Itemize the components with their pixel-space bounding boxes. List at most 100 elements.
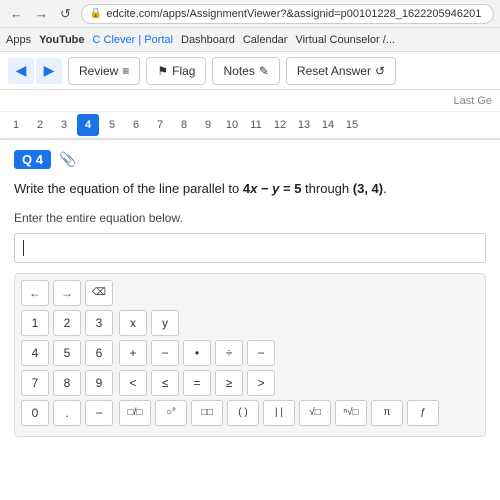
kb-eq[interactable]: =: [183, 370, 211, 396]
review-icon: ≡: [122, 64, 129, 78]
kb-parens[interactable]: ( ): [227, 400, 259, 426]
url-text: edcite.com/apps/AssignmentViewer?&assign…: [106, 8, 481, 20]
kb-2[interactable]: 2: [53, 310, 81, 336]
question-tab-2[interactable]: 2: [29, 114, 51, 136]
question-tab-15[interactable]: 15: [341, 114, 363, 136]
browser-reload-button[interactable]: ↺: [56, 4, 75, 24]
kb-var-row: x y: [119, 310, 439, 336]
last-ge-bar: Last Ge: [0, 90, 500, 112]
question-tab-4[interactable]: 4: [77, 114, 99, 136]
question-header: Q 4 📎: [14, 150, 486, 169]
question-tab-3[interactable]: 3: [53, 114, 75, 136]
notes-label: Notes: [223, 64, 254, 78]
kb-4[interactable]: 4: [21, 340, 49, 366]
calendar-link[interactable]: Calendar: [243, 34, 288, 46]
kb-num-row3: 7 8 9: [21, 370, 113, 396]
question-tab-14[interactable]: 14: [317, 114, 339, 136]
reset-answer-button[interactable]: Reset Answer ↺: [286, 57, 396, 85]
kb-numpad: 1 2 3 4 5 6 7 8 9 0 . −: [21, 310, 113, 430]
clever-link[interactable]: C Clever | Portal: [93, 34, 174, 46]
kb-delete-button[interactable]: ⌫: [85, 280, 113, 306]
kb-nav-row: ← → ⌫: [21, 280, 479, 306]
reset-icon: ↺: [375, 64, 385, 78]
review-label: Review: [79, 64, 118, 78]
flag-icon: ⚑: [157, 64, 168, 78]
kb-minus[interactable]: −: [151, 340, 179, 366]
youtube-link[interactable]: YouTube: [39, 34, 84, 46]
kb-3[interactable]: 3: [85, 310, 113, 336]
kb-y[interactable]: y: [151, 310, 179, 336]
kb-fraction[interactable]: □/□: [119, 400, 151, 426]
kb-ops-row: + − • ÷ −: [119, 340, 439, 366]
lock-icon: 🔒: [90, 8, 102, 19]
question-tab-12[interactable]: 12: [269, 114, 291, 136]
kb-6[interactable]: 6: [85, 340, 113, 366]
kb-0[interactable]: 0: [21, 400, 49, 426]
kb-superscript[interactable]: □□: [191, 400, 223, 426]
kb-le[interactable]: ≤: [151, 370, 179, 396]
kb-fn[interactable]: ƒ: [407, 400, 439, 426]
browser-back-button[interactable]: ←: [6, 4, 27, 24]
kb-9[interactable]: 9: [85, 370, 113, 396]
browser-bar: ← → ↺ 🔒 edcite.com/apps/AssignmentViewer…: [0, 0, 500, 28]
kb-dot[interactable]: .: [53, 400, 81, 426]
kb-special-row: □/□ ○° □□ ( ) | | √□ ⁿ√□ π ƒ: [119, 400, 439, 426]
question-text: Write the equation of the line parallel …: [14, 179, 486, 199]
reset-label: Reset Answer: [297, 64, 371, 78]
kb-pi[interactable]: π: [371, 400, 403, 426]
kb-rel-row: < ≤ = ≥ >: [119, 370, 439, 396]
review-button[interactable]: Review ≡: [68, 57, 140, 85]
kb-ge[interactable]: ≥: [215, 370, 243, 396]
last-ge-text: Last Ge: [453, 95, 492, 107]
question-tab-13[interactable]: 13: [293, 114, 315, 136]
kb-ops-section: x y + − • ÷ − < ≤ = ≥ > □/: [119, 310, 439, 430]
kb-neg[interactable]: −: [85, 400, 113, 426]
kb-main-section: 1 2 3 4 5 6 7 8 9 0 . −: [21, 310, 479, 430]
question-tabs: 123456789101112131415: [0, 112, 500, 140]
toolbar-forward-button[interactable]: ▶: [36, 58, 62, 84]
toolbar-nav: ◀ ▶: [8, 58, 62, 84]
kb-nthroot[interactable]: ⁿ√□: [335, 400, 367, 426]
counselor-link[interactable]: Virtual Counselor /...: [295, 34, 394, 46]
answer-input[interactable]: [14, 233, 486, 263]
kb-plus[interactable]: +: [119, 340, 147, 366]
kb-gt[interactable]: >: [247, 370, 275, 396]
kb-8[interactable]: 8: [53, 370, 81, 396]
address-bar[interactable]: 🔒 edcite.com/apps/AssignmentViewer?&assi…: [81, 4, 494, 24]
apps-label[interactable]: Apps: [6, 34, 31, 46]
browser-forward-button[interactable]: →: [31, 4, 52, 24]
kb-mult[interactable]: •: [183, 340, 211, 366]
question-tab-6[interactable]: 6: [125, 114, 147, 136]
notes-icon: ✎: [259, 64, 269, 78]
question-area: Q 4 📎 Write the equation of the line par…: [0, 140, 500, 447]
kb-sqrt[interactable]: √□: [299, 400, 331, 426]
kb-x[interactable]: x: [119, 310, 147, 336]
notes-button[interactable]: Notes ✎: [212, 57, 279, 85]
kb-num-row4: 0 . −: [21, 400, 113, 426]
kb-7[interactable]: 7: [21, 370, 49, 396]
kb-5[interactable]: 5: [53, 340, 81, 366]
kb-1[interactable]: 1: [21, 310, 49, 336]
flag-button[interactable]: ⚑ Flag: [146, 57, 206, 85]
kb-abs[interactable]: | |: [263, 400, 295, 426]
kb-back-button[interactable]: ←: [21, 280, 49, 306]
question-tab-5[interactable]: 5: [101, 114, 123, 136]
toolbar-back-button[interactable]: ◀: [8, 58, 34, 84]
kb-lt[interactable]: <: [119, 370, 147, 396]
kb-forward-button[interactable]: →: [53, 280, 81, 306]
question-tab-7[interactable]: 7: [149, 114, 171, 136]
question-tab-1[interactable]: 1: [5, 114, 27, 136]
math-keyboard: ← → ⌫ 1 2 3 4 5 6 7 8 9: [14, 273, 486, 437]
question-tab-10[interactable]: 10: [221, 114, 243, 136]
instruction-text: Enter the entire equation below.: [14, 211, 486, 225]
kb-minus2[interactable]: −: [247, 340, 275, 366]
kb-degree[interactable]: ○°: [155, 400, 187, 426]
kb-div-plus[interactable]: ÷: [215, 340, 243, 366]
cursor: [23, 240, 24, 256]
apps-bar: Apps YouTube C Clever | Portal Dashboard…: [0, 28, 500, 52]
dashboard-link[interactable]: Dashboard: [181, 34, 235, 46]
question-tab-11[interactable]: 11: [245, 114, 267, 136]
question-tab-9[interactable]: 9: [197, 114, 219, 136]
kb-num-row1: 1 2 3: [21, 310, 113, 336]
question-tab-8[interactable]: 8: [173, 114, 195, 136]
